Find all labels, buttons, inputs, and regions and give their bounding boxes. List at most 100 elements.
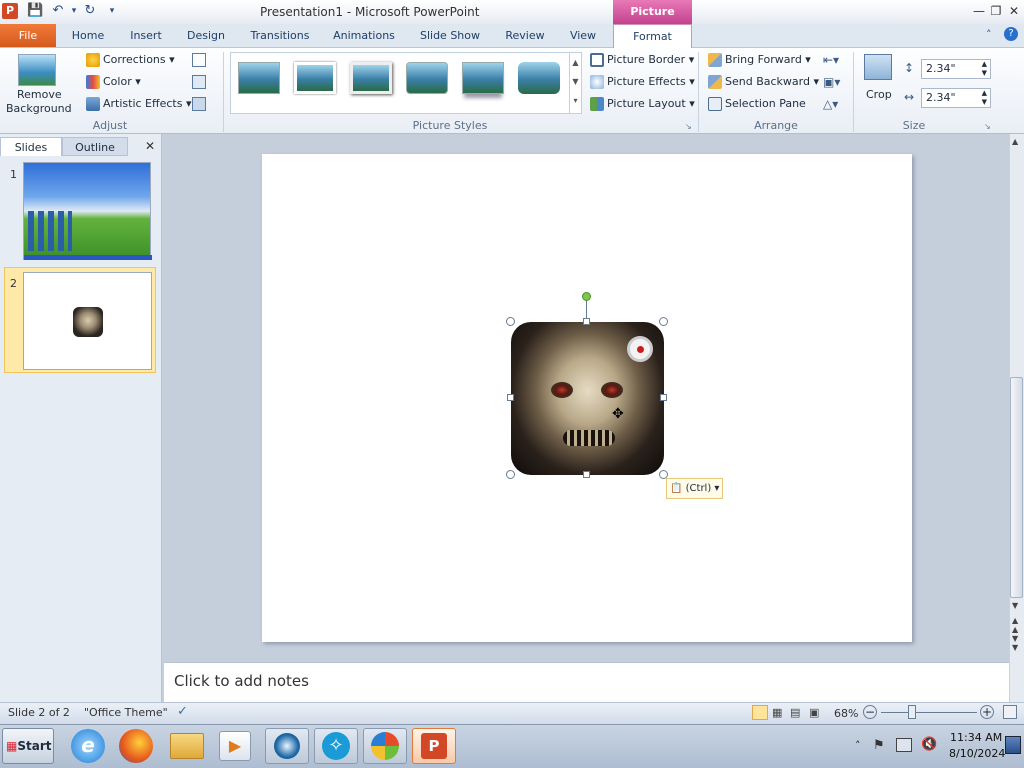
crop-icon[interactable] xyxy=(864,54,892,80)
resize-handle[interactable] xyxy=(507,394,514,401)
resize-handle[interactable] xyxy=(660,394,667,401)
network-icon[interactable] xyxy=(896,738,912,752)
file-explorer-icon[interactable] xyxy=(170,733,204,759)
restore-icon[interactable]: ❐ xyxy=(988,3,1004,19)
close-pane-icon[interactable]: ✕ xyxy=(145,139,155,153)
save-icon[interactable]: 💾 xyxy=(27,3,43,19)
crop-button[interactable]: Crop xyxy=(866,86,892,104)
show-desktop-icon[interactable] xyxy=(1005,736,1021,754)
undo-icon[interactable]: ↶ xyxy=(50,3,66,19)
remove-background-icon[interactable] xyxy=(18,54,56,86)
show-hidden-icons-icon[interactable]: ˄ xyxy=(855,739,861,752)
taskbar-app-button[interactable] xyxy=(265,728,309,764)
slide-sorter-icon[interactable]: ▦ xyxy=(772,706,782,719)
corrections-button[interactable]: Corrections ▾ xyxy=(86,51,175,69)
resize-handle[interactable] xyxy=(583,471,590,478)
picture-style-thumb[interactable] xyxy=(462,62,504,94)
tab-slide-show[interactable]: Slide Show xyxy=(416,24,484,47)
next-slide-icon[interactable]: ▼ ▼ xyxy=(1012,634,1018,652)
scroll-up-icon[interactable]: ▲ xyxy=(1012,137,1018,146)
customize-qat-icon[interactable]: ▾ xyxy=(104,3,120,19)
paste-options-button[interactable]: 📋 (Ctrl) ▾ xyxy=(666,478,723,499)
minimize-ribbon-icon[interactable]: ˄ xyxy=(986,28,992,41)
reset-picture-icon[interactable] xyxy=(192,97,206,111)
rotation-handle[interactable] xyxy=(582,292,591,301)
picture-style-thumb[interactable] xyxy=(518,62,560,94)
tab-transitions[interactable]: Transitions xyxy=(246,24,314,47)
taskbar-app-button[interactable]: ✧ xyxy=(314,728,358,764)
resize-handle[interactable] xyxy=(659,317,668,326)
close-icon[interactable]: ✕ xyxy=(1006,3,1022,19)
taskbar-powerpoint-button[interactable]: P xyxy=(412,728,456,764)
slide-thumbnail[interactable] xyxy=(23,162,152,260)
change-picture-icon[interactable] xyxy=(192,75,206,89)
help-icon[interactable]: ? xyxy=(1004,27,1018,41)
tab-design[interactable]: Design xyxy=(184,24,228,47)
resize-handle[interactable] xyxy=(506,317,515,326)
picture-border-button[interactable]: Picture Border ▾ xyxy=(590,51,694,69)
action-center-flag-icon[interactable]: ⚑ xyxy=(873,738,885,753)
slide-thumbnail[interactable] xyxy=(23,272,152,370)
selection-pane-button[interactable]: Selection Pane xyxy=(708,95,806,113)
picture-effects-button[interactable]: Picture Effects ▾ xyxy=(590,73,695,91)
resize-handle[interactable] xyxy=(583,318,590,325)
gallery-scroll-icon[interactable]: ▲ ▼ ▾ xyxy=(569,53,581,113)
clock-date[interactable]: 8/10/2024 xyxy=(949,747,1005,760)
picture-style-thumb[interactable] xyxy=(238,62,280,94)
artistic-effects-button[interactable]: Artistic Effects ▾ xyxy=(86,95,191,113)
scroll-down-icon[interactable]: ▼ xyxy=(1012,601,1018,610)
clock-time[interactable]: 11:34 AM xyxy=(950,731,1002,744)
selected-picture[interactable] xyxy=(511,322,664,475)
tab-insert[interactable]: Insert xyxy=(124,24,168,47)
picture-style-thumb[interactable] xyxy=(406,62,448,94)
zoom-out-icon[interactable]: − xyxy=(863,705,877,719)
shape-width-field[interactable]: 2.34" ▲ ▼ xyxy=(921,88,991,108)
media-player-icon[interactable]: ▶ xyxy=(219,731,251,761)
compress-pictures-icon[interactable] xyxy=(192,53,206,67)
color-button[interactable]: Color ▾ xyxy=(86,73,141,91)
tab-view[interactable]: View xyxy=(562,24,604,47)
tab-format[interactable]: Format xyxy=(613,24,692,48)
redo-icon[interactable]: ↻ xyxy=(82,3,98,19)
picture-layout-button[interactable]: Picture Layout ▾ xyxy=(590,95,695,113)
start-button[interactable]: ▦Start xyxy=(2,728,54,764)
taskbar-app-button[interactable] xyxy=(363,728,407,764)
undo-dropdown-icon[interactable]: ▾ xyxy=(66,3,82,19)
scroll-thumb[interactable] xyxy=(1010,377,1023,598)
shape-height-field[interactable]: 2.34" ▲ ▼ xyxy=(921,59,991,79)
volume-muted-icon[interactable]: 🔇 xyxy=(921,737,937,752)
picture-style-thumb[interactable] xyxy=(350,62,392,94)
zoom-in-icon[interactable]: + xyxy=(980,705,994,719)
theme-name[interactable]: "Office Theme" xyxy=(84,706,168,719)
rotate-icon[interactable]: △▾ xyxy=(823,97,838,111)
picture-style-thumb[interactable] xyxy=(294,62,336,94)
tab-slides[interactable]: Slides xyxy=(0,137,62,156)
internet-explorer-icon[interactable]: e xyxy=(71,729,105,763)
notes-pane[interactable]: Click to add notes xyxy=(164,662,1009,702)
normal-view-icon[interactable] xyxy=(752,705,768,720)
zoom-level[interactable]: 68% xyxy=(834,707,858,720)
align-icon[interactable]: ⇤▾ xyxy=(823,53,839,67)
dialog-launcher-icon[interactable]: ↘ xyxy=(685,122,692,131)
previous-slide-icon[interactable]: ▲ ▲ xyxy=(1012,616,1018,634)
group-icon[interactable]: ▣▾ xyxy=(823,75,840,89)
spell-check-icon[interactable]: ✓ xyxy=(177,704,188,719)
firefox-icon[interactable] xyxy=(119,729,153,763)
minimize-icon[interactable]: — xyxy=(971,3,987,19)
tab-animations[interactable]: Animations xyxy=(330,24,398,47)
tab-home[interactable]: Home xyxy=(66,24,110,47)
tab-file[interactable]: File xyxy=(0,24,56,47)
tab-review[interactable]: Review xyxy=(500,24,550,47)
bring-forward-button[interactable]: Bring Forward ▾ xyxy=(708,51,811,69)
size-dialog-launcher-icon[interactable]: ↘ xyxy=(984,122,991,131)
tab-outline[interactable]: Outline xyxy=(62,137,128,156)
powerpoint-app-icon[interactable]: P xyxy=(2,3,18,19)
zoom-slider-track[interactable] xyxy=(881,712,977,713)
zoom-slider-thumb[interactable] xyxy=(908,705,916,719)
send-backward-button[interactable]: Send Backward ▾ xyxy=(708,73,819,91)
reading-view-icon[interactable]: ▤ xyxy=(790,706,800,719)
slide-show-icon[interactable]: ▣ xyxy=(809,706,819,719)
resize-handle[interactable] xyxy=(506,470,515,479)
remove-background-label-2[interactable]: Background xyxy=(6,100,72,118)
fit-to-window-icon[interactable] xyxy=(1003,705,1017,719)
